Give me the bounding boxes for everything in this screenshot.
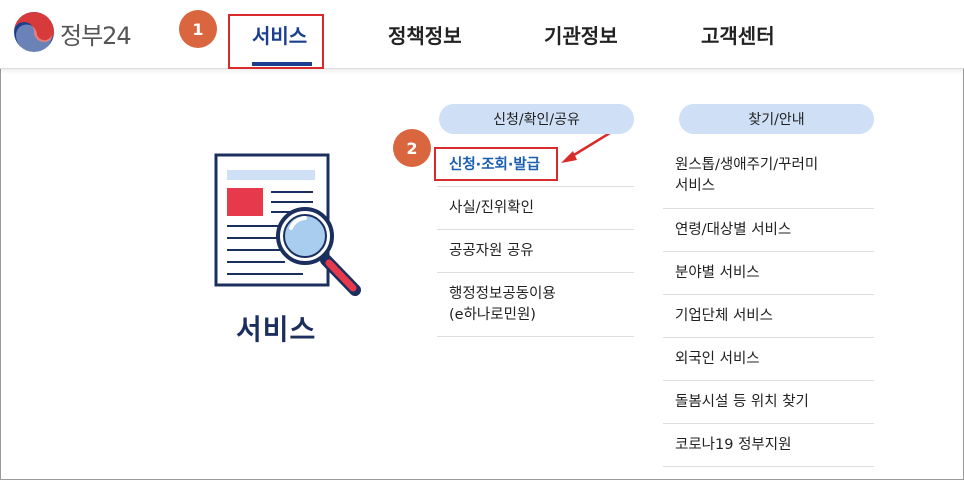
step-badge-1: 1 xyxy=(179,10,217,48)
highlight-box-apply-inquire-issue xyxy=(434,147,558,181)
site-logo-text[interactable]: 정부24 xyxy=(60,16,132,51)
menu-item-onestop-lifecycle-package[interactable]: 원스톱/생애주기/꾸러미 서비스 xyxy=(663,144,874,209)
menu-item-admin-info-sharing[interactable]: 행정정보공동이용 (e하나로민원) xyxy=(437,273,634,337)
document-search-icon xyxy=(214,153,361,296)
service-section-title: 서비스 xyxy=(236,313,317,346)
menu-item-foreigner-service[interactable]: 외국인 서비스 xyxy=(663,338,874,381)
nav-item-customer-center[interactable]: 고객센터 xyxy=(701,20,775,49)
nav-item-agency-info[interactable]: 기관정보 xyxy=(544,20,618,49)
government-logo-icon[interactable] xyxy=(13,11,55,53)
menu-item-fact-authenticity-check[interactable]: 사실/진위확인 xyxy=(437,187,634,230)
top-header: 정부24 서비스 정책정보 기관정보 고객센터 xyxy=(0,0,964,69)
find-guide-menu: 원스톱/생애주기/꾸러미 서비스 연령/대상별 서비스 분야별 서비스 기업단체… xyxy=(663,144,874,467)
column-header-apply-verify-share: 신청/확인/공유 xyxy=(439,104,634,134)
menu-item-age-target-service[interactable]: 연령/대상별 서비스 xyxy=(663,209,874,252)
menu-item-public-resource-share[interactable]: 공공자원 공유 xyxy=(437,230,634,273)
step-badge-2: 2 xyxy=(393,129,431,167)
menu-item-care-facility-locator[interactable]: 돌봄시설 등 위치 찾기 xyxy=(663,381,874,424)
nav-item-policy-info[interactable]: 정책정보 xyxy=(388,20,462,49)
menu-item-field-service[interactable]: 분야별 서비스 xyxy=(663,252,874,295)
menu-item-covid19-support[interactable]: 코로나19 정부지원 xyxy=(663,424,874,467)
highlight-box-service-nav xyxy=(228,14,324,69)
menu-item-business-group-service[interactable]: 기업단체 서비스 xyxy=(663,295,874,338)
column-header-find-guide: 찾기/안내 xyxy=(679,104,874,134)
